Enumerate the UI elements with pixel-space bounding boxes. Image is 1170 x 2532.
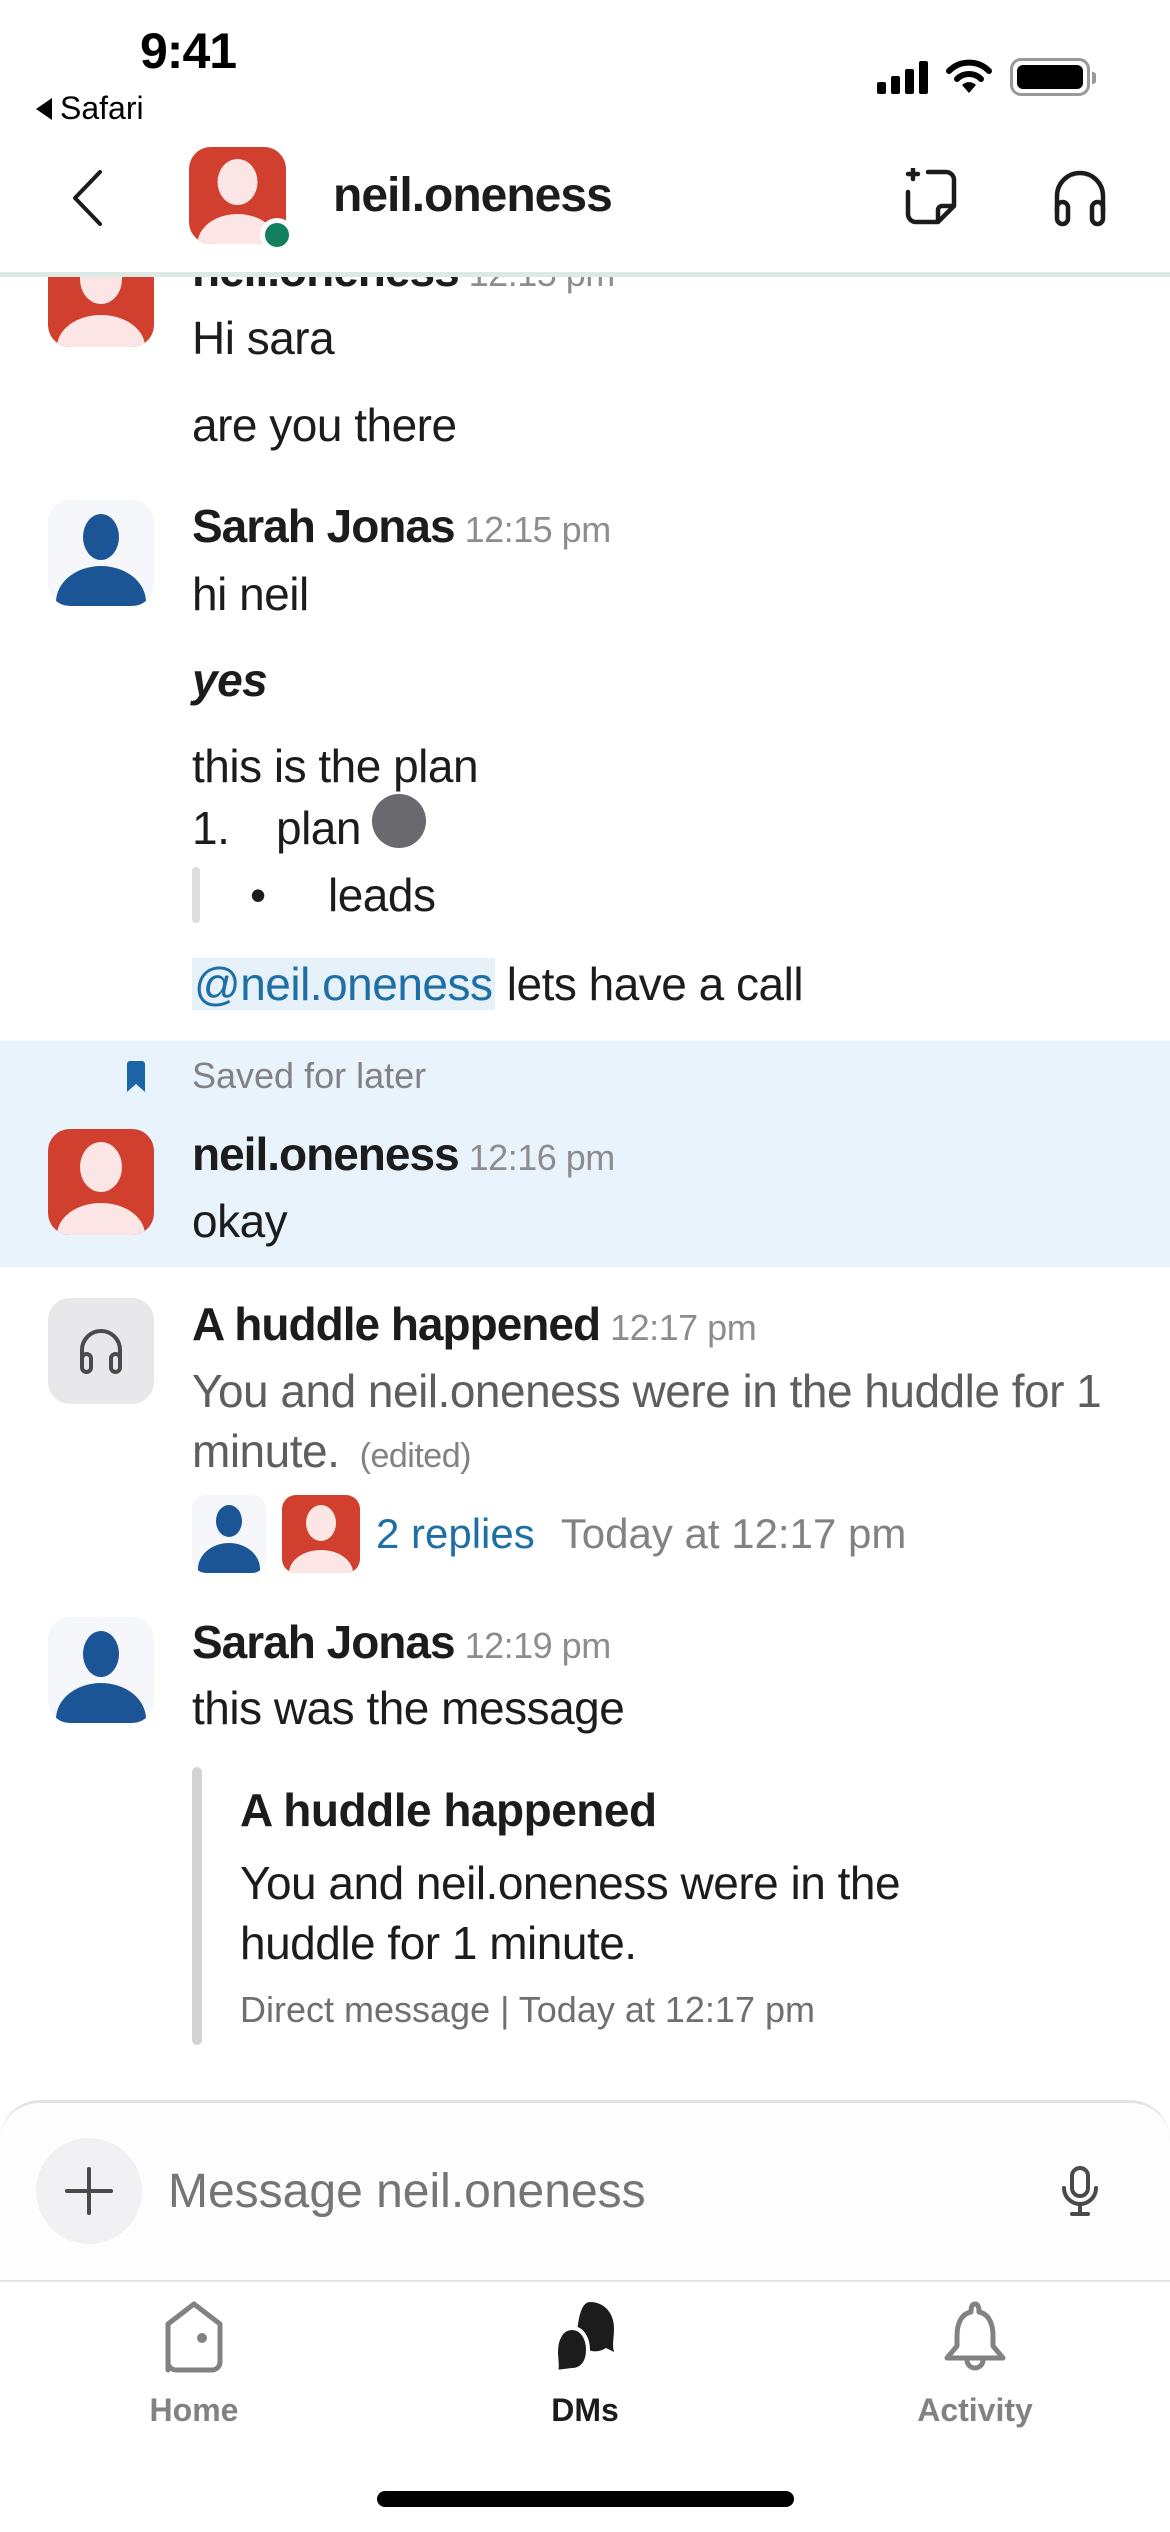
- microphone-icon: [1062, 2166, 1098, 2216]
- touch-indicator: [372, 794, 426, 848]
- message-text: okay: [192, 1195, 288, 1247]
- back-to-app-link[interactable]: Safari: [36, 90, 144, 127]
- back-app-label: Safari: [60, 90, 144, 126]
- message-header: neil.oneness 12:16 pm: [192, 1127, 615, 1181]
- tab-label: DMs: [551, 2392, 619, 2428]
- reply-avatar: [282, 1495, 360, 1573]
- bookmark-icon: [127, 1061, 145, 1092]
- back-button[interactable]: [62, 168, 112, 228]
- presence-indicator: [260, 218, 294, 252]
- saved-for-later-label: Saved for later: [192, 1055, 427, 1096]
- plus-icon: [65, 2167, 113, 2215]
- message-time: 12:16 pm: [468, 1137, 616, 1178]
- huddle-summary-text: You and neil.oneness were in the huddle …: [192, 1365, 1102, 1477]
- shared-message-footer[interactable]: Direct message | Today at 12:17 pm: [240, 1989, 815, 2031]
- message-time: 12:19 pm: [464, 1625, 612, 1666]
- message-author[interactable]: neil.oneness: [192, 277, 460, 296]
- bell-icon: [944, 2301, 1006, 2371]
- voice-record-button[interactable]: [1052, 2162, 1108, 2222]
- attach-button[interactable]: [36, 2138, 142, 2244]
- new-canvas-button[interactable]: [894, 160, 970, 236]
- message-time: 12:17 pm: [610, 1307, 757, 1348]
- message-text: are you there: [192, 399, 457, 451]
- message-header: Sarah Jonas 12:19 pm: [192, 1615, 611, 1669]
- tab-dms[interactable]: DMs: [485, 2300, 685, 2429]
- user-mention-link[interactable]: @neil.oneness: [192, 958, 495, 1010]
- message-author[interactable]: neil.oneness: [192, 1128, 460, 1180]
- list-marker: 1.: [192, 802, 230, 854]
- user-silhouette-icon: [56, 514, 146, 606]
- shared-message-text: You and neil.oneness were in the huddle …: [240, 1857, 901, 1969]
- list-marker: •: [250, 869, 266, 921]
- cellular-signal-icon: [877, 60, 928, 94]
- status-icons: [877, 58, 1096, 96]
- bullet-list-item: • leads: [192, 867, 436, 923]
- user-silhouette-icon: [56, 1631, 146, 1723]
- chevron-left-icon: [73, 170, 102, 226]
- message-text: Hi sara: [192, 312, 335, 364]
- message-time: 12:15 pm: [464, 509, 612, 550]
- message-text: hi neil: [192, 568, 309, 620]
- message-header: neil.oneness 12:15 pm: [192, 277, 615, 297]
- list-text: plan: [276, 802, 361, 854]
- list-text: leads: [328, 869, 436, 921]
- dms-icon: [553, 2302, 614, 2374]
- huddle-button[interactable]: [1042, 160, 1118, 236]
- tab-label: Home: [149, 2392, 239, 2428]
- message-text: @neil.oneness lets have a call: [192, 957, 804, 1011]
- message-text: this was the message: [192, 1682, 625, 1734]
- back-triangle-icon: [36, 97, 52, 120]
- replies-time: Today at 12:17 pm: [560, 1510, 907, 1557]
- huddle-title: A huddle happened: [192, 1298, 601, 1350]
- reply-avatar: [192, 1495, 266, 1573]
- message-author[interactable]: Sarah Jonas: [192, 500, 456, 552]
- message-avatar[interactable]: [48, 1617, 154, 1723]
- ordered-list-item: 1. plan: [192, 801, 361, 855]
- mention-suffix: lets have a call: [494, 958, 804, 1010]
- conversation-title[interactable]: neil.oneness: [333, 168, 613, 223]
- tab-home[interactable]: Home: [94, 2300, 294, 2429]
- user-silhouette-icon: [57, 277, 145, 347]
- huddle-summary: You and neil.oneness were in the huddle …: [192, 1361, 1112, 1486]
- indent-bar: [192, 867, 200, 923]
- message-header: A huddle happened 12:17 pm: [192, 1297, 757, 1351]
- message-header: Sarah Jonas 12:15 pm: [192, 499, 611, 553]
- message-text: this is the plan: [192, 740, 479, 792]
- message-avatar[interactable]: [48, 500, 154, 606]
- home-icon: [165, 2301, 223, 2373]
- message-input[interactable]: [168, 2164, 1028, 2219]
- battery-icon: [1010, 58, 1096, 96]
- message-avatar[interactable]: [48, 1129, 154, 1235]
- message-text-bold-italic: yes: [192, 654, 268, 706]
- message-author[interactable]: Sarah Jonas: [192, 1616, 456, 1668]
- headphones-icon: [80, 1329, 122, 1374]
- shared-message-title[interactable]: A huddle happened: [240, 1783, 657, 1837]
- replies-link[interactable]: 2 replies: [376, 1510, 535, 1558]
- tab-label: Activity: [917, 2392, 1033, 2428]
- edited-label: (edited): [359, 1437, 472, 1475]
- message-time: 12:15 pm: [469, 277, 616, 294]
- tab-activity[interactable]: Activity: [875, 2300, 1075, 2429]
- user-silhouette-icon: [57, 1142, 145, 1235]
- home-indicator[interactable]: [377, 2491, 794, 2507]
- status-time: 9:41: [140, 23, 237, 79]
- wifi-icon: [946, 59, 992, 93]
- message-list[interactable]: neil.oneness 12:15 pm Hi sara are you the…: [0, 277, 1170, 2097]
- new-canvas-icon: [905, 168, 957, 225]
- header-divider: [0, 272, 1170, 277]
- quote-bar: [192, 1767, 202, 2045]
- message-avatar[interactable]: [48, 277, 154, 347]
- thread-replies[interactable]: 2 replies Today at 12:17 pm: [192, 1495, 906, 1573]
- huddle-avatar: [48, 1298, 154, 1404]
- headphones-icon: [1054, 170, 1106, 227]
